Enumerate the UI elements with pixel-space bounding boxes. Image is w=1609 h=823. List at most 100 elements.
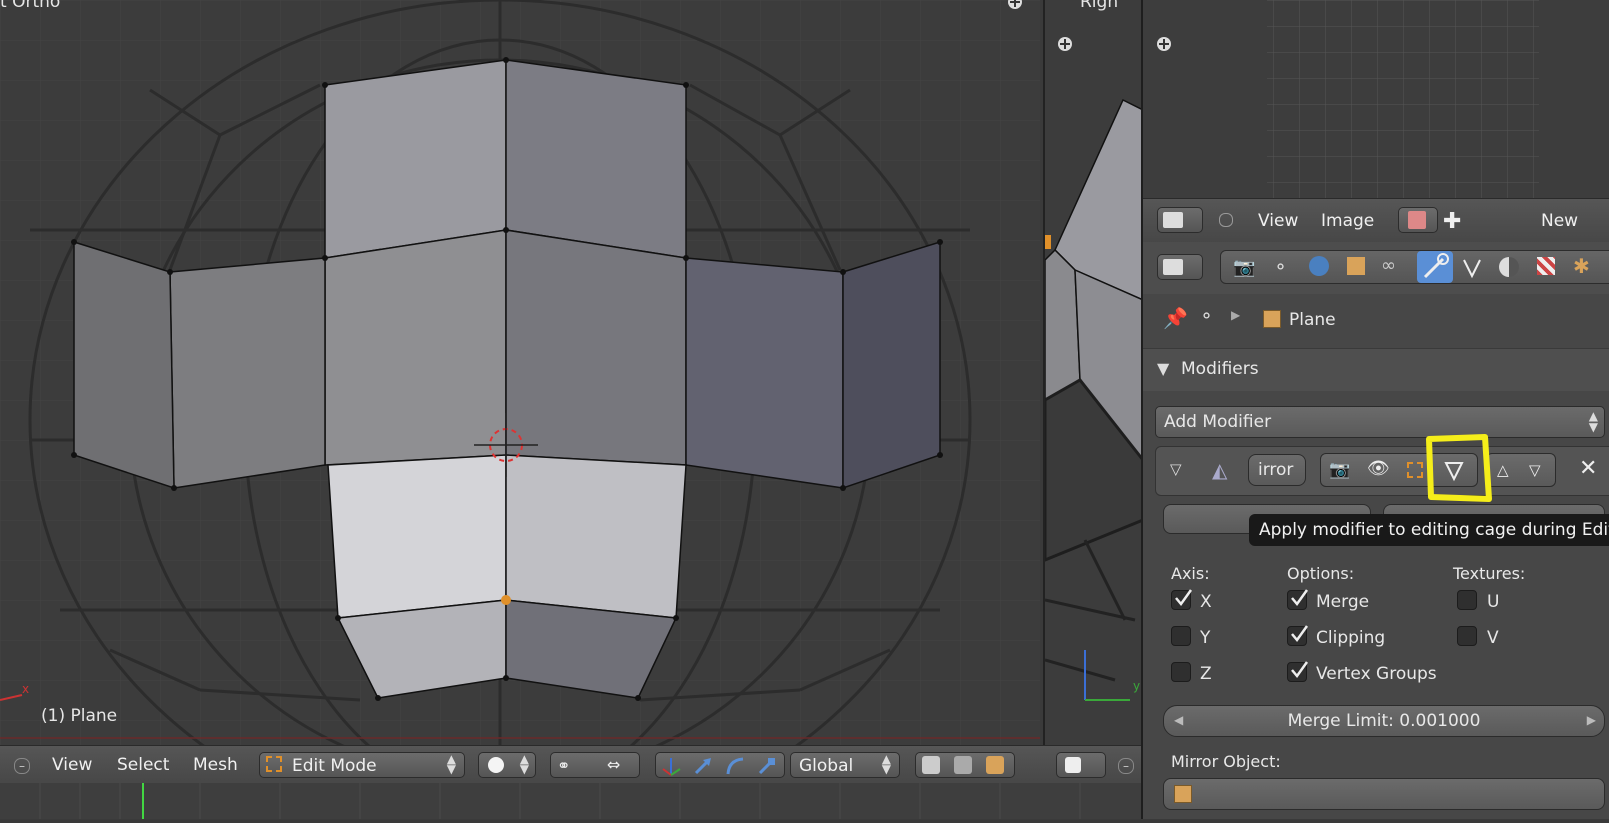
vertex-groups-checkbox[interactable]: [1287, 661, 1309, 682]
modifiers-panel-header[interactable]: ▼ Modifiers: [1143, 349, 1609, 391]
editmode-toggle-icon[interactable]: [1407, 462, 1423, 478]
right-view-canvas[interactable]: y: [1045, 0, 1143, 745]
rotate-icon[interactable]: [724, 755, 746, 777]
mode-label: Edit Mode: [292, 756, 377, 776]
clipping-checkbox[interactable]: [1287, 625, 1309, 646]
view3d-header: – View Select Mesh Edit Mode ▲ ▼ ▲ ▼ ⚭ ⇔ G…: [0, 745, 1141, 784]
selected-vertex[interactable]: [501, 595, 511, 605]
editor-type-button[interactable]: [1157, 207, 1203, 233]
highlight-annotation: [1426, 434, 1492, 502]
layer-3-icon[interactable]: [986, 756, 1004, 774]
texture-u-label: U: [1487, 592, 1500, 612]
render-toggle-icon[interactable]: 📷: [1329, 460, 1350, 480]
modifier-name-field[interactable]: irror: [1248, 454, 1306, 486]
new-image-button[interactable]: New: [1541, 211, 1578, 231]
move-up-icon[interactable]: △: [1497, 461, 1509, 479]
uv-plus-icon[interactable]: [1157, 37, 1171, 51]
texture-u-checkbox[interactable]: [1457, 590, 1477, 610]
layer-buttons[interactable]: [915, 752, 1015, 778]
collapse-icon[interactable]: –: [14, 758, 30, 774]
mirror-object-field[interactable]: [1163, 778, 1605, 810]
object-tab-icon[interactable]: [1347, 257, 1365, 275]
pin-icon[interactable]: 📌: [1163, 306, 1188, 330]
browse-image-button[interactable]: [1398, 207, 1438, 233]
menu-mesh[interactable]: Mesh: [193, 755, 238, 775]
particles-tab-icon[interactable]: ✱: [1573, 254, 1590, 278]
pivot-dropdown[interactable]: ⚭ ⇔: [550, 752, 640, 778]
context-tabs: 📷 ⚬ ∞ ✱: [1220, 250, 1609, 284]
translate-axes-icon[interactable]: [660, 755, 682, 777]
world-tab-icon[interactable]: [1309, 256, 1329, 276]
orientation-label: Global: [799, 756, 854, 776]
right-view-shading[interactable]: [1056, 752, 1106, 778]
texture-v-checkbox[interactable]: [1457, 626, 1477, 646]
viewport-3d-right[interactable]: y Righ: [1043, 0, 1143, 745]
orientation-dropdown[interactable]: Global ▲ ▼: [790, 752, 900, 778]
properties-editor-type[interactable]: [1157, 254, 1203, 280]
uv-menu-view[interactable]: View: [1258, 211, 1298, 231]
mirror-object-label: Mirror Object:: [1171, 752, 1281, 771]
right-view-name-label: Righ: [1080, 0, 1119, 12]
uv-menu-image[interactable]: Image: [1321, 211, 1374, 231]
mode-dropdown[interactable]: Edit Mode ▲ ▼: [259, 752, 465, 778]
uv-header: View Image ✚ New: [1143, 198, 1609, 243]
merge-label: Merge: [1316, 592, 1370, 612]
tooltip: Apply modifier to editing cage during Ed…: [1249, 514, 1609, 546]
right-view-plus-icon[interactable]: [1058, 37, 1072, 51]
menu-view[interactable]: View: [52, 755, 92, 775]
mesh-canvas[interactable]: x: [0, 0, 1040, 745]
merge-checkbox[interactable]: [1287, 589, 1309, 610]
constraints-tab-icon[interactable]: ∞: [1381, 255, 1396, 276]
properties-icon: [1163, 259, 1183, 275]
menu-select[interactable]: Select: [117, 755, 169, 775]
move-modifier-buttons: △ ▽: [1486, 453, 1556, 487]
scale-icon[interactable]: [756, 755, 778, 777]
move-down-icon[interactable]: ▽: [1529, 461, 1541, 479]
translate-arrow-icon[interactable]: [692, 755, 714, 777]
axis-y-checkbox[interactable]: [1171, 626, 1191, 646]
scene-tab-icon[interactable]: ⚬: [1273, 257, 1288, 278]
axis-x-label: X: [1200, 592, 1212, 612]
image-editor-icon: [1163, 212, 1183, 228]
right-shading-icon: [1065, 757, 1081, 773]
viewport-toggle-icon[interactable]: 👁: [1367, 458, 1390, 479]
increment-icon[interactable]: ▶: [1587, 713, 1596, 727]
layer-1-icon[interactable]: [922, 756, 940, 774]
merge-limit-field[interactable]: ◀ Merge Limit: 0.001000 ▶: [1163, 705, 1605, 737]
modifier-name-text: irror: [1258, 460, 1294, 480]
options-label: Options:: [1287, 564, 1355, 583]
uv-collapse-icon[interactable]: [1219, 213, 1233, 227]
collapse-triangle-icon[interactable]: ▼: [1157, 359, 1169, 378]
add-modifier-updown-icon: ▲ ▼: [1588, 409, 1598, 434]
axis-z-label: Z: [1200, 664, 1212, 684]
image-browse-icon: [1408, 211, 1426, 229]
clipping-label: Clipping: [1316, 628, 1386, 648]
material-tab-icon[interactable]: [1499, 257, 1519, 277]
modifiers-tab-icon[interactable]: [1417, 251, 1453, 283]
add-modifier-dropdown[interactable]: Add Modifier ▲ ▼: [1155, 406, 1605, 438]
mirror-object-cube-icon: [1174, 785, 1192, 803]
axis-x-checkbox[interactable]: [1171, 589, 1193, 610]
new-image-plus-icon[interactable]: ✚: [1443, 209, 1461, 234]
texture-tab-icon[interactable]: [1537, 257, 1555, 275]
viewport-3d-main[interactable]: x t Ortho (1) Plane: [0, 0, 1040, 745]
transform-manipulators[interactable]: [655, 752, 785, 778]
chevron-right-icon: ▶: [1231, 308, 1241, 322]
uv-image-editor[interactable]: [1143, 0, 1609, 198]
object-cube-icon: [1263, 310, 1281, 328]
timeline-strip[interactable]: [0, 783, 1141, 819]
mirror-modifier-header: ▽ ◭ irror 📷 👁 △ ▽ ✕: [1155, 446, 1609, 496]
texture-v-label: V: [1487, 628, 1499, 648]
active-object-label: (1) Plane: [41, 706, 118, 726]
solid-sphere-icon: [488, 757, 504, 773]
remove-modifier-icon[interactable]: ✕: [1579, 456, 1597, 481]
render-tab-icon[interactable]: 📷: [1233, 257, 1255, 278]
shading-dropdown[interactable]: ▲ ▼: [478, 752, 536, 778]
modifier-expand-icon[interactable]: ▽: [1170, 460, 1182, 478]
breadcrumb-object-name: Plane: [1289, 310, 1336, 330]
right-collapse-icon[interactable]: –: [1118, 758, 1134, 774]
data-tab-icon[interactable]: [1461, 257, 1483, 279]
layer-2-icon[interactable]: [954, 756, 972, 774]
scene-breadcrumb-icon: ⚬: [1199, 306, 1215, 327]
axis-z-checkbox[interactable]: [1171, 662, 1191, 682]
